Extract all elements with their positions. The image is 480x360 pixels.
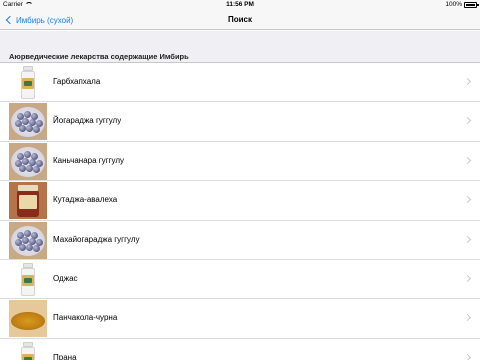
- product-thumbnail: [9, 182, 47, 220]
- product-thumbnail: [9, 103, 47, 141]
- page-title: Поиск: [227, 15, 252, 24]
- navigation-bar: Имбирь (сухой) Поиск: [0, 10, 480, 30]
- list-item-label: Йогараджа гуггулу: [53, 116, 122, 126]
- list-item[interactable]: Махайогараджа гуггулу: [0, 220, 480, 260]
- list-item[interactable]: Кутаджа-авалеха: [0, 181, 480, 221]
- chevron-right-icon: [463, 274, 472, 282]
- list-item-label: Кутаджа-авалеха: [53, 195, 118, 205]
- chevron-right-icon: [463, 77, 472, 86]
- list-item-label: Прана: [53, 352, 77, 360]
- battery-indicator: 100%: [445, 1, 479, 8]
- list-item[interactable]: Гарбхапхала: [0, 63, 480, 103]
- list-item[interactable]: Каньчанара гуггулу: [0, 141, 480, 182]
- section-header: Аюрведические лекарства содержащие Имбир…: [9, 52, 189, 61]
- chevron-right-icon: [463, 196, 472, 204]
- table-view[interactable]: Аюрведические лекарства содержащие Имбир…: [0, 31, 480, 360]
- status-time: 11:56 PM: [226, 1, 254, 8]
- chevron-right-icon: [463, 353, 472, 360]
- list-item-label: Махайогараджа гуггулу: [53, 234, 140, 244]
- product-thumbnail: [9, 300, 47, 338]
- battery-icon: [464, 1, 479, 8]
- medicine-list: Гарбхапхала Йогараджа гуггулу Каньчанара г…: [0, 62, 480, 360]
- chevron-right-icon: [463, 235, 472, 243]
- status-bar: Carrier 11:56 PM 100%: [0, 0, 480, 10]
- product-thumbnail: [9, 260, 47, 298]
- product-thumbnail: [9, 142, 47, 180]
- list-item-label: Каньчанара гуггулу: [53, 155, 125, 165]
- chevron-right-icon: [463, 314, 472, 322]
- list-item[interactable]: Прана: [0, 338, 480, 360]
- list-item-label: Панчакола-чурна: [53, 313, 118, 323]
- product-thumbnail: [9, 64, 47, 101]
- list-item-label: Гарбхапхала: [53, 77, 101, 86]
- list-item[interactable]: Йогараджа гуггулу: [0, 102, 480, 142]
- product-thumbnail: [9, 221, 47, 259]
- product-thumbnail: [9, 339, 47, 360]
- list-item-label: Оджас: [53, 273, 78, 283]
- list-item[interactable]: Оджас: [0, 259, 480, 300]
- battery-percent: 100%: [445, 1, 462, 8]
- chevron-right-icon: [463, 156, 472, 164]
- list-item[interactable]: Панчакола-чурна: [0, 299, 480, 339]
- chevron-right-icon: [463, 117, 472, 125]
